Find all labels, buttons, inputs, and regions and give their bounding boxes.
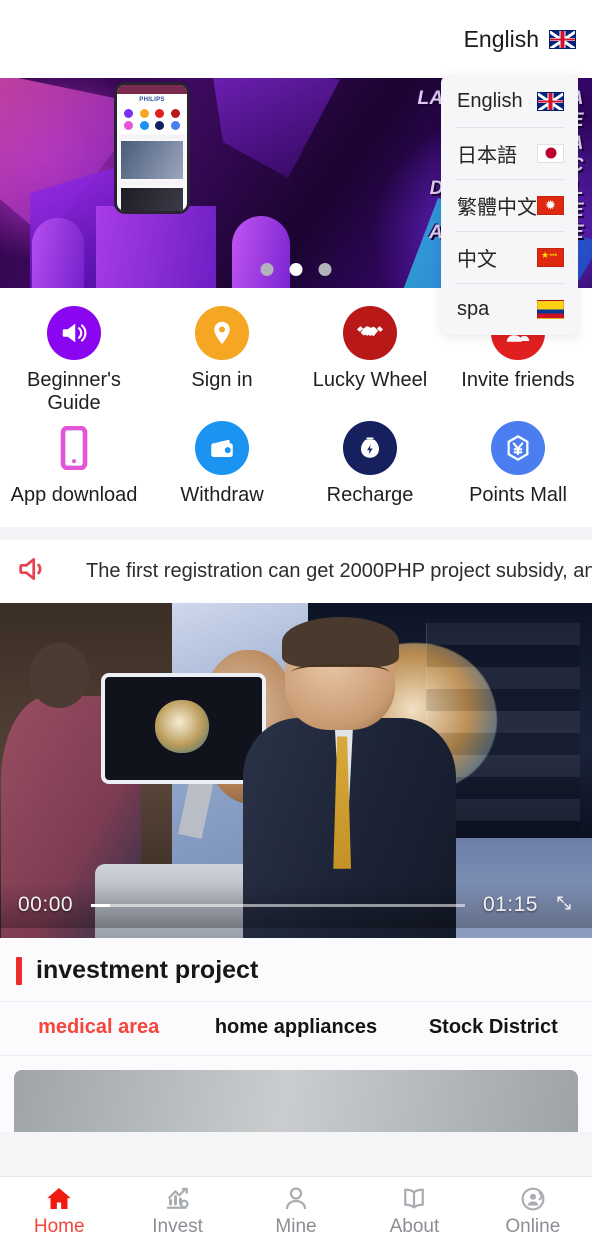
flag-hk-icon — [537, 195, 564, 215]
quick-action-points-mall[interactable]: Points Mall — [444, 421, 592, 513]
banner-phone-mockup: PHILIPS — [114, 82, 190, 214]
banner-podium-decoration — [32, 206, 290, 288]
nav-item-label: Mine — [275, 1215, 317, 1237]
yen-hexagon-icon — [491, 421, 545, 475]
language-option-label: 日本語 — [457, 144, 517, 167]
video-controls: 00:00 01:15 — [0, 882, 592, 928]
phone-mockup-brand: PHILIPS — [117, 94, 187, 105]
section-gap — [0, 527, 592, 540]
language-option-chinese[interactable]: 中文 — [441, 231, 578, 283]
bar-chart-icon — [163, 1184, 193, 1214]
notice-marquee-bar[interactable]: The first registration can get 2000PHP p… — [0, 540, 592, 603]
quick-action-recharge[interactable]: Recharge — [296, 421, 444, 513]
carousel-dot[interactable] — [260, 263, 274, 276]
carousel-dots — [260, 263, 332, 276]
app-root: English English 日本語 繁體中文 中文 spa — [0, 0, 592, 1244]
flag-co-icon — [537, 299, 564, 319]
nav-item-online[interactable]: Online — [474, 1177, 592, 1244]
home-icon — [44, 1184, 74, 1214]
handshake-icon — [343, 306, 397, 360]
language-option-spanish[interactable]: spa — [441, 283, 578, 335]
language-dropdown-menu[interactable]: English 日本語 繁體中文 中文 spa — [441, 75, 578, 335]
flag-uk-icon — [549, 29, 576, 49]
quick-action-label: Points Mall — [469, 484, 567, 506]
quick-action-label: Recharge — [326, 484, 414, 506]
language-option-label: English — [457, 89, 523, 112]
carousel-dot-active[interactable] — [289, 263, 303, 276]
video-current-time: 00:00 — [18, 893, 74, 916]
video-progress-bar[interactable] — [91, 903, 465, 907]
megaphone-icon — [47, 306, 101, 360]
nav-item-label: Online — [505, 1215, 561, 1237]
tab-home-appliances[interactable]: home appliances — [197, 1016, 394, 1039]
quick-action-label: Beginner's Guide — [27, 369, 121, 414]
nav-item-mine[interactable]: Mine — [237, 1177, 355, 1244]
language-option-label: 繁體中文 — [457, 196, 537, 219]
wallet-icon — [195, 421, 249, 475]
tab-medical-area[interactable]: medical area — [0, 1016, 197, 1039]
mobile-phone-icon — [47, 421, 101, 475]
quick-action-beginners-guide[interactable]: Beginner's Guide — [0, 306, 148, 421]
user-icon — [281, 1184, 311, 1214]
language-selector[interactable]: English — [464, 26, 576, 53]
quick-action-sign-in[interactable]: Sign in — [148, 306, 296, 421]
video-duration: 01:15 — [482, 893, 538, 916]
quick-action-label: Sign in — [191, 369, 253, 391]
quick-action-app-download[interactable]: App download — [0, 421, 148, 513]
fullscreen-icon[interactable] — [554, 893, 574, 917]
nav-item-label: Home — [33, 1215, 85, 1237]
carousel-dot[interactable] — [318, 263, 332, 276]
nav-item-label: Invest — [152, 1215, 203, 1237]
section-accent-bar — [16, 956, 22, 985]
money-bag-bolt-icon — [343, 421, 397, 475]
language-option-english[interactable]: English — [441, 75, 578, 127]
quick-action-lucky-wheel[interactable]: Lucky Wheel — [296, 306, 444, 421]
quick-action-withdraw[interactable]: Withdraw — [148, 421, 296, 513]
flag-jp-icon — [537, 143, 564, 163]
quick-action-label: Invite friends — [461, 369, 575, 391]
video-progress-fill — [91, 903, 110, 907]
flag-uk-icon — [537, 91, 564, 111]
section-title: investment project — [36, 956, 259, 984]
section-header: investment project — [0, 938, 592, 1002]
nav-item-home[interactable]: Home — [0, 1177, 118, 1244]
headset-support-icon — [518, 1184, 548, 1214]
nav-item-invest[interactable]: Invest — [118, 1177, 236, 1244]
speaker-icon — [16, 552, 50, 591]
quick-action-label: Lucky Wheel — [312, 369, 428, 391]
tab-stock-district[interactable]: Stock District — [395, 1016, 592, 1039]
location-pin-icon — [195, 306, 249, 360]
top-header: English — [0, 0, 592, 78]
quick-menu-row-2: App download Withdraw Recharge Points Ma… — [0, 421, 592, 513]
investment-project-section: investment project medical area home app… — [0, 938, 592, 1132]
category-tabs: medical area home appliances Stock Distr… — [0, 1002, 592, 1056]
nav-item-about[interactable]: About — [355, 1177, 473, 1244]
book-icon — [399, 1184, 429, 1214]
bottom-navigation-bar: Home Invest Mine About Online — [0, 1176, 592, 1244]
language-option-japanese[interactable]: 日本語 — [441, 127, 578, 179]
quick-action-label: App download — [10, 484, 138, 506]
nav-item-label: About — [389, 1215, 440, 1237]
notice-text: The first registration can get 2000PHP p… — [86, 560, 592, 582]
quick-action-label: Withdraw — [180, 484, 264, 506]
language-option-traditional-chinese[interactable]: 繁體中文 — [441, 179, 578, 231]
language-selector-label: English — [463, 25, 539, 52]
project-card-placeholder[interactable] — [14, 1070, 578, 1132]
language-option-label: 中文 — [457, 248, 497, 271]
language-option-label: spa — [457, 297, 490, 320]
flag-cn-icon — [537, 247, 564, 267]
video-player[interactable]: 00:00 01:15 — [0, 603, 592, 938]
